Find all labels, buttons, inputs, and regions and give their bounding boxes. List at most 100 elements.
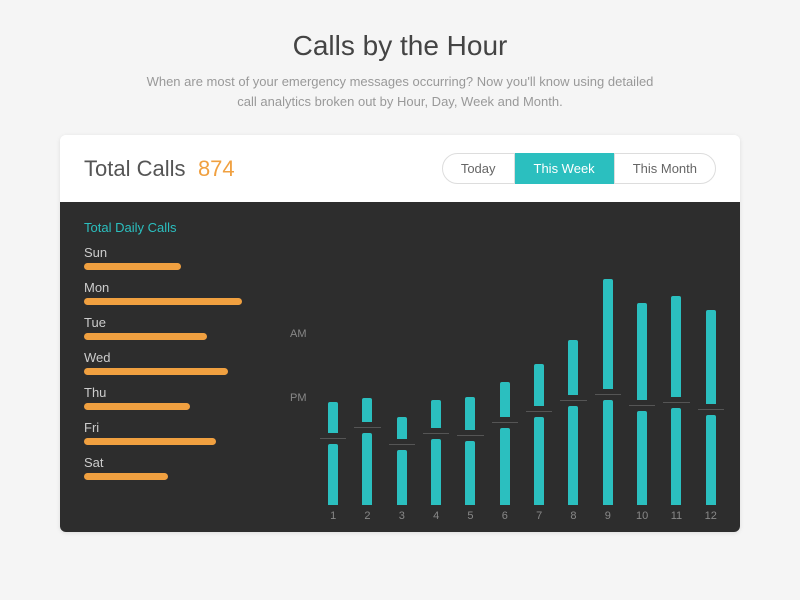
card-header: Total Calls 874 Today This Week This Mon…	[60, 135, 740, 202]
bar-am	[671, 296, 681, 397]
day-row: Tue	[84, 315, 260, 346]
hour-bars	[423, 216, 449, 505]
divider-line	[492, 422, 518, 423]
page-subtitle: When are most of your emergency messages…	[140, 72, 660, 111]
hour-col: 5	[457, 216, 483, 522]
bar-pm	[603, 400, 613, 505]
divider-line	[663, 402, 689, 403]
day-bar-fill	[84, 368, 228, 375]
hour-bars	[526, 216, 552, 505]
divider-line	[629, 405, 655, 406]
hour-label: 10	[636, 510, 648, 522]
day-label: Thu	[84, 385, 260, 400]
hour-label: 12	[705, 510, 717, 522]
divider-line	[595, 394, 621, 395]
hour-col: 1	[320, 216, 346, 522]
hour-label: 7	[536, 510, 542, 522]
hour-bars	[354, 216, 380, 505]
divider-line	[560, 400, 586, 401]
day-bar-track	[84, 438, 260, 445]
bar-pm	[671, 408, 681, 505]
bar-pm	[397, 450, 407, 505]
day-bar-fill	[84, 263, 181, 270]
hour-col: 8	[560, 216, 586, 522]
bar-am	[534, 364, 544, 406]
divider-line	[320, 438, 346, 439]
hour-bars	[389, 216, 415, 505]
hour-label: 9	[605, 510, 611, 522]
bar-am	[568, 340, 578, 395]
bar-pm	[431, 439, 441, 505]
bar-pm	[362, 433, 372, 505]
tab-today[interactable]: Today	[442, 153, 515, 184]
hour-label: 3	[399, 510, 405, 522]
hour-label: 1	[330, 510, 336, 522]
hour-bars	[560, 216, 586, 505]
bar-pm	[465, 441, 475, 505]
hour-label: 4	[433, 510, 439, 522]
hour-col: 4	[423, 216, 449, 522]
hour-col: 11	[663, 216, 689, 522]
divider-line	[354, 427, 380, 428]
total-calls-label: Total Calls	[84, 156, 185, 181]
page-container: Calls by the Hour When are most of your …	[0, 0, 800, 600]
hour-col: 3	[389, 216, 415, 522]
day-label: Tue	[84, 315, 260, 330]
hour-col: 10	[629, 216, 655, 522]
hour-bars	[698, 216, 724, 505]
day-bar-track	[84, 473, 260, 480]
day-bar-fill	[84, 438, 216, 445]
right-panel: AM PM 1 2 3 4	[280, 202, 740, 532]
total-calls-value: 874	[198, 156, 235, 181]
bar-am	[431, 400, 441, 428]
divider-line	[698, 409, 724, 410]
hour-bars	[492, 216, 518, 505]
hour-col: 7	[526, 216, 552, 522]
day-row: Wed	[84, 350, 260, 381]
day-bar-fill	[84, 403, 190, 410]
divider-line	[457, 435, 483, 436]
day-label: Sat	[84, 455, 260, 470]
hour-bars	[320, 216, 346, 505]
day-bar-track	[84, 403, 260, 410]
hour-bars	[457, 216, 483, 505]
bar-am	[465, 397, 475, 430]
hour-col: 2	[354, 216, 380, 522]
hour-col: 12	[698, 216, 724, 522]
day-row: Mon	[84, 280, 260, 311]
hour-label: 2	[364, 510, 370, 522]
divider-line	[389, 444, 415, 445]
bar-pm	[500, 428, 510, 505]
total-calls-display: Total Calls 874	[84, 156, 235, 182]
day-bar-track	[84, 333, 260, 340]
hour-bars	[629, 216, 655, 505]
day-row: Thu	[84, 385, 260, 416]
bar-pm	[637, 411, 647, 505]
day-label: Wed	[84, 350, 260, 365]
bar-am	[397, 417, 407, 439]
bar-am	[637, 303, 647, 400]
day-bar-fill	[84, 333, 207, 340]
bar-am	[328, 402, 338, 433]
hour-label: 5	[467, 510, 473, 522]
hour-label: 8	[570, 510, 576, 522]
bar-am	[706, 310, 716, 404]
hour-label: 6	[502, 510, 508, 522]
bar-am	[603, 279, 613, 389]
day-bar-fill	[84, 298, 242, 305]
hours-chart: 1 2 3 4 5	[290, 216, 724, 522]
divider-line	[526, 411, 552, 412]
bar-pm	[328, 444, 338, 505]
day-label: Mon	[84, 280, 260, 295]
chart-area: Total Daily Calls Sun Mon Tue Wed Thu Fr…	[60, 202, 740, 532]
panel-title: Total Daily Calls	[84, 220, 260, 235]
day-bar-track	[84, 263, 260, 270]
hour-col: 6	[492, 216, 518, 522]
day-bar-track	[84, 368, 260, 375]
day-label: Sun	[84, 245, 260, 260]
hour-bars	[663, 216, 689, 505]
left-panel: Total Daily Calls Sun Mon Tue Wed Thu Fr…	[60, 202, 280, 532]
day-bar-track	[84, 298, 260, 305]
tab-this-month[interactable]: This Month	[614, 153, 716, 184]
tab-this-week[interactable]: This Week	[515, 153, 614, 184]
